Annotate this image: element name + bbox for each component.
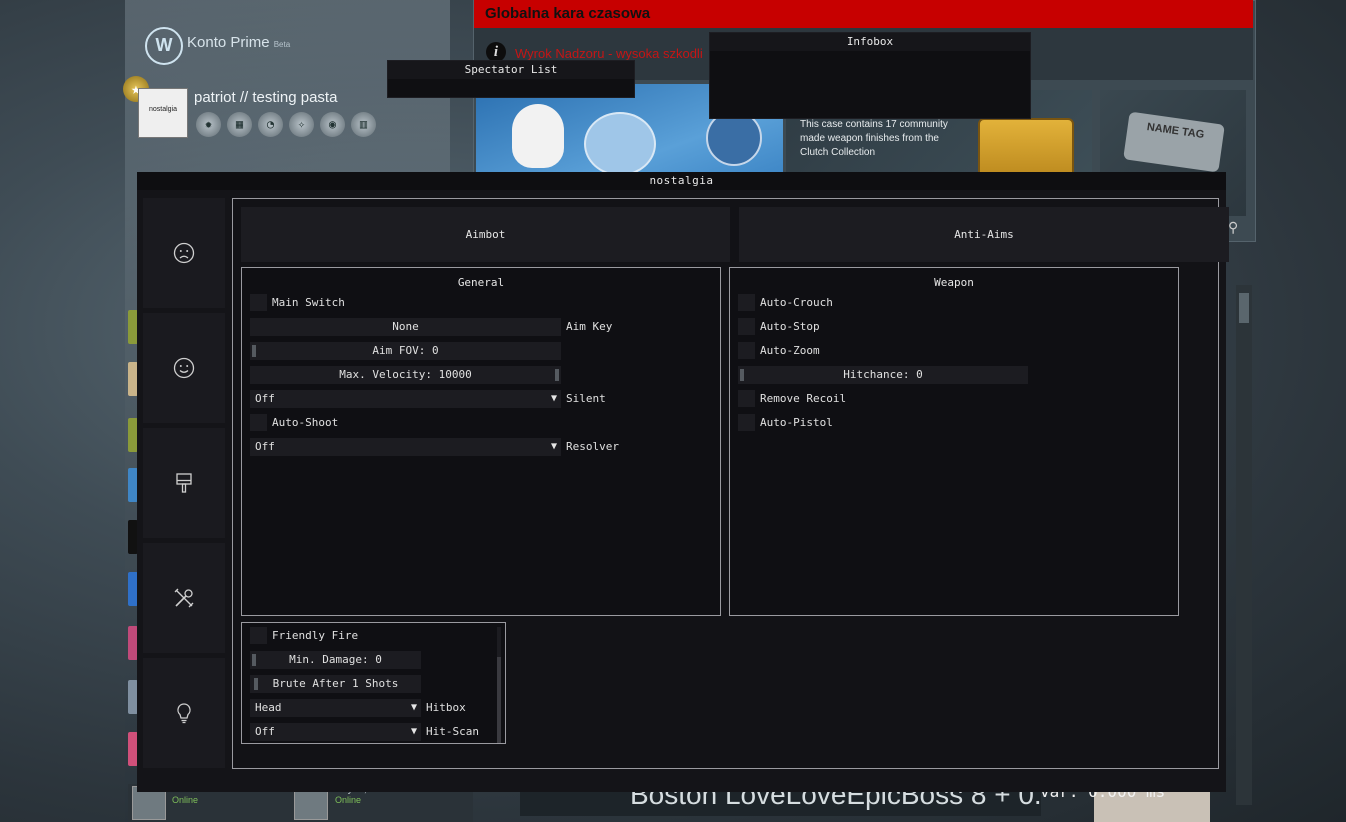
tools-icon (174, 588, 194, 608)
auto-crouch-checkbox[interactable] (738, 294, 755, 311)
dropdown-arrow-icon: ▼ (550, 393, 557, 404)
max-velocity-knob[interactable] (555, 369, 559, 381)
avatar[interactable]: nostalgia (138, 88, 188, 138)
silent-label: Silent (566, 392, 606, 405)
auto-crouch-label: Auto-Crouch (760, 296, 833, 309)
lobby-scrollbar[interactable] (1236, 285, 1252, 805)
auto-shoot-checkbox[interactable] (250, 414, 267, 431)
infobox-window[interactable]: Infobox (709, 32, 1031, 119)
medal-icon[interactable]: ◉ (320, 112, 345, 137)
dropdown-arrow-icon: ▼ (550, 441, 557, 452)
bear-sticker-icon (512, 104, 564, 168)
dropdown-arrow-icon: ▼ (410, 726, 417, 737)
spectator-list-window[interactable]: Spectator List (387, 60, 635, 98)
general-group: General Main Switch None Aim Key Aim FOV… (241, 267, 721, 616)
infobox-title[interactable]: Infobox (710, 33, 1030, 51)
medal-icon[interactable]: ▥ (351, 112, 376, 137)
weapon-title: Weapon (934, 276, 974, 289)
name-tag-icon: NAME TAG (1123, 111, 1225, 173)
remove-recoil-checkbox[interactable] (738, 390, 755, 407)
hitscan-label: Hit-Scan (426, 725, 479, 738)
hitbox-label: Hitbox (426, 701, 466, 714)
medal-icon[interactable]: ✹ (196, 112, 221, 137)
lightbulb-icon (177, 703, 191, 724)
search-icon[interactable]: ⚲ (1228, 220, 1238, 236)
remove-recoil-label: Remove Recoil (760, 392, 847, 405)
dropdown-arrow-icon: ▼ (410, 702, 417, 713)
friendly-fire-checkbox[interactable] (250, 627, 267, 644)
brute-after-knob[interactable] (254, 678, 258, 690)
auto-zoom-checkbox[interactable] (738, 342, 755, 359)
auto-zoom-label: Auto-Zoom (760, 344, 820, 357)
smiley-face-icon (173, 357, 195, 379)
info-icon: i (486, 42, 506, 62)
aim-fov-slider[interactable]: Aim FOV: 0 (250, 342, 561, 360)
silent-dropdown[interactable]: Off ▼ (250, 390, 561, 408)
case-description: This case contains 17 community made wea… (800, 119, 948, 158)
hitbox-dropdown[interactable]: Head ▼ (250, 699, 421, 717)
auto-pistol-label: Auto-Pistol (760, 416, 833, 429)
cheat-menu-window[interactable]: nostalgia Aimbot Anti-Aims General Main … (137, 172, 1229, 792)
prime-label: Konto Prime Beta (187, 34, 291, 51)
sidebar-tab-legit[interactable] (143, 313, 225, 423)
min-damage-knob[interactable] (252, 654, 256, 666)
paint-brush-icon (176, 473, 192, 493)
max-velocity-slider[interactable]: Max. Velocity: 10000 (250, 366, 561, 384)
auto-stop-checkbox[interactable] (738, 318, 755, 335)
tab-aimbot[interactable]: Aimbot (241, 207, 730, 262)
tab-anti-aims[interactable]: Anti-Aims (739, 207, 1229, 262)
group-scrollbar-thumb[interactable] (497, 657, 501, 743)
penalty-banner: Globalna kara czasowa (474, 0, 1253, 28)
auto-stop-label: Auto-Stop (760, 320, 820, 333)
general-title: General (457, 276, 505, 289)
min-damage-slider[interactable]: Min. Damage: 0 (250, 651, 421, 669)
hitchance-slider[interactable]: Hitchance: 0 (738, 366, 1028, 384)
sad-face-icon (173, 242, 195, 264)
sticker-icon (584, 112, 656, 176)
resolver-options-group: Friendly Fire Min. Damage: 0 Brute After… (241, 622, 506, 744)
spectator-list-title[interactable]: Spectator List (388, 61, 634, 79)
medal-icon[interactable]: ◔ (258, 112, 283, 137)
prime-logo-icon: W (145, 27, 183, 65)
resolver-label: Resolver (566, 440, 619, 453)
resolver-dropdown[interactable]: Off ▼ (250, 438, 561, 456)
hitscan-dropdown[interactable]: Off ▼ (250, 723, 421, 741)
sidebar-tab-rage[interactable] (143, 198, 225, 308)
medal-icon[interactable]: ▦ (227, 112, 252, 137)
sidebar-tab-config[interactable] (143, 658, 225, 768)
sidebar-tab-visuals[interactable] (143, 428, 225, 538)
aim-key-label: Aim Key (566, 320, 613, 333)
menu-content: Aimbot Anti-Aims General Main Switch Non… (232, 198, 1229, 769)
brute-after-slider[interactable]: Brute After 1 Shots (250, 675, 421, 693)
aim-key-button[interactable]: None (250, 318, 561, 336)
main-switch-checkbox[interactable] (250, 294, 267, 311)
friendly-fire-label: Friendly Fire (272, 629, 359, 642)
main-switch-label: Main Switch (272, 296, 345, 309)
auto-pistol-checkbox[interactable] (738, 414, 755, 431)
medal-icon[interactable]: ✧ (289, 112, 314, 137)
aim-fov-knob[interactable] (252, 345, 256, 357)
hitchance-knob[interactable] (740, 369, 744, 381)
medal-row: ✹ ▦ ◔ ✧ ◉ ▥ (196, 112, 376, 137)
player-name: patriot // testing pasta (194, 89, 338, 106)
weapon-group: Weapon Auto-Crouch Auto-Stop Auto-Zoom H… (729, 267, 1179, 616)
alert-text[interactable]: Wyrok Nadzoru - wysoka szkodli (515, 46, 703, 61)
menu-title[interactable]: nostalgia (137, 172, 1226, 190)
auto-shoot-label: Auto-Shoot (272, 416, 339, 429)
sidebar-tab-misc[interactable] (143, 543, 225, 653)
